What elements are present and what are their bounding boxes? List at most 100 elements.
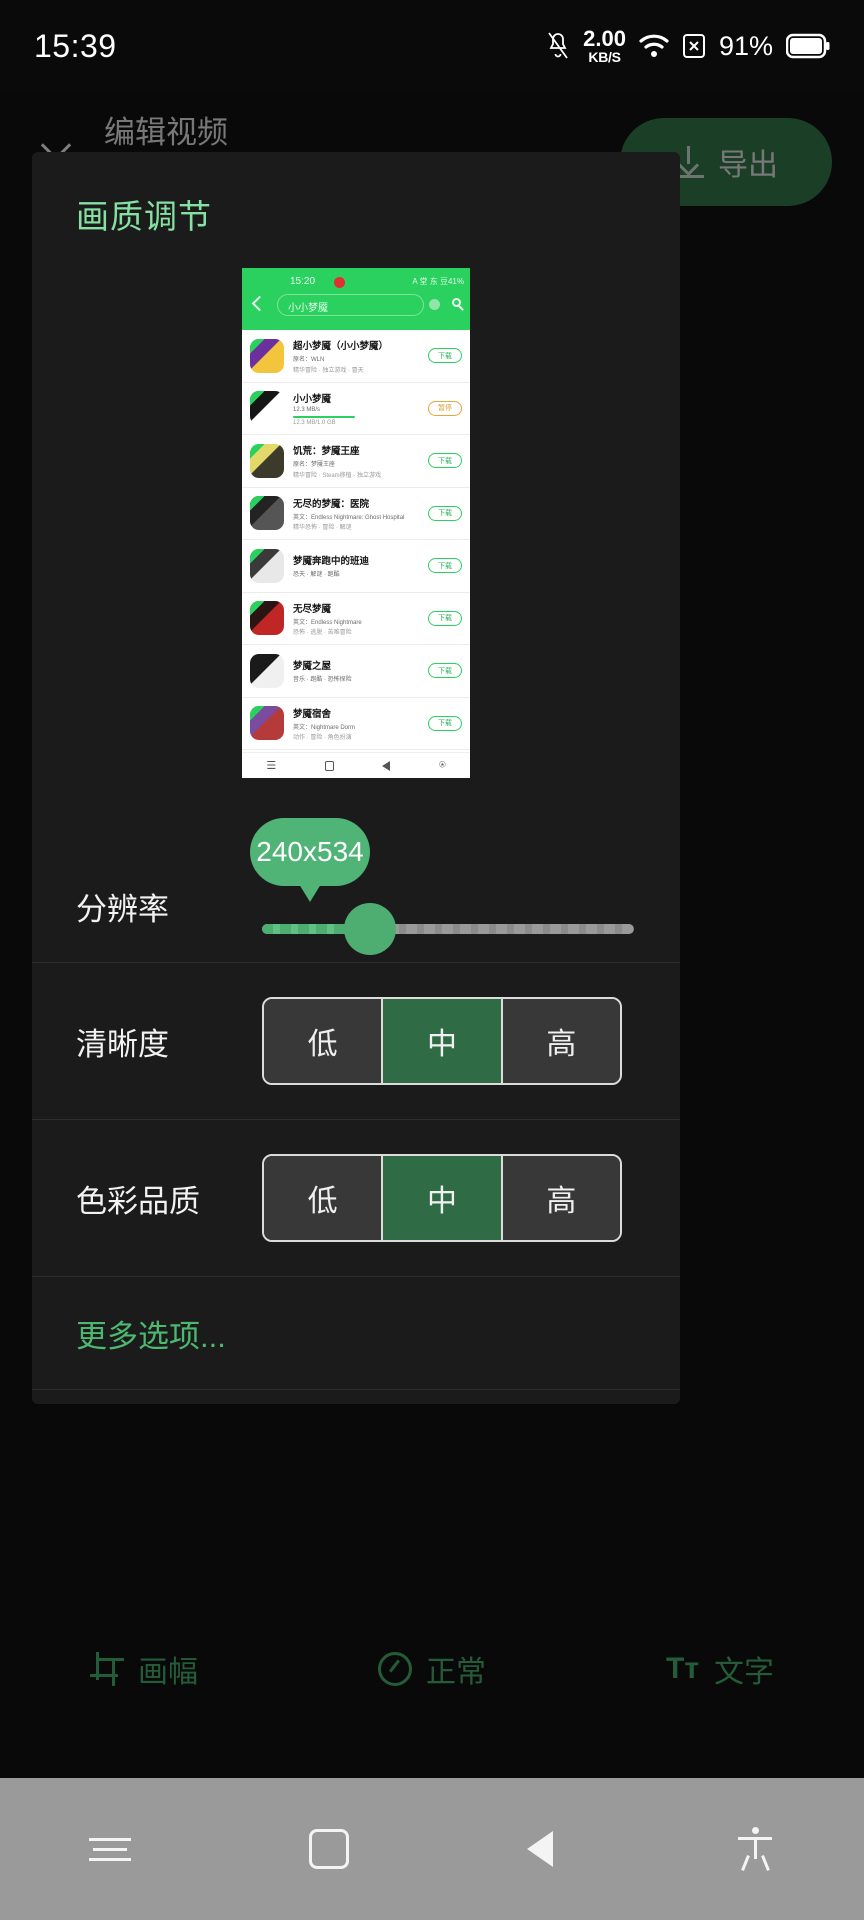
new-badge-icon [250,549,264,566]
app-tags: 恐怖 · 逃脱 · 苦难冒险 [293,627,428,636]
app-name: 超小梦魇（小小梦魇） [293,338,428,352]
preview-status-time: 15:20 [290,276,315,287]
app-name: 小小梦魇 [293,391,428,405]
sharpness-option-high[interactable]: 高 [503,999,620,1083]
list-item[interactable]: 无尽梦魇英文：Endless Nightmare恐怖 · 逃脱 · 苦难冒险下载 [242,593,470,646]
app-name: 梦魇之屋 [293,658,428,672]
app-icon [250,654,284,688]
list-item[interactable]: 小小梦魇12.3 MB/s12.3 MB/1.0 GB暂停 [242,383,470,436]
sim-card-disabled-icon [682,32,706,60]
back-icon [382,761,390,771]
download-button[interactable]: 下载 [428,663,462,678]
status-icons: 2.00 KB/S 91% [546,28,830,64]
more-options-link[interactable]: 更多选项... [76,1311,226,1356]
download-button[interactable]: 下载 [428,611,462,626]
list-item[interactable]: 超小梦魇（小小梦魇） 原名：WLN 精华冒险 · 独立游戏 · 冒天下载 [242,330,470,383]
app-name: 无尽梦魇 [293,601,428,615]
app-subtitle: 原名：梦魇王座 [293,459,428,468]
accessibility-icon: ⍟ [439,759,446,772]
download-button[interactable]: 下载 [428,348,462,363]
resolution-label: 分辨率 [76,884,169,929]
app-meta: 梦魇之屋音乐 · 跑酷 · 恐怖探险 [284,658,428,683]
app-tags: 精华冒险 · Steam移植 · 独立游戏 [293,470,428,479]
app-subtitle: 英文：Nightmare Dorm [293,722,428,731]
status-bar: 15:39 2.00 KB/S 91% [0,0,864,92]
new-badge-icon [250,391,264,408]
battery-percent: 91% [719,31,773,62]
app-subtitle: 英文：Endless Nightmare [293,617,428,626]
search-icon[interactable] [452,298,461,307]
download-progress-bar [293,416,355,418]
home-icon [325,761,334,771]
network-speed-value: 2.00 [583,28,626,50]
download-button[interactable]: 下载 [428,716,462,731]
app-meta: 饥荒：梦魇王座原名：梦魇王座精华冒险 · Steam移植 · 独立游戏 [284,443,428,479]
download-button[interactable]: 下载 [428,506,462,521]
resolution-value-tooltip: 240x534 [250,818,370,886]
download-button[interactable]: 下载 [428,558,462,573]
app-tags: 精华冒险 · 独立游戏 · 冒天 [293,365,428,374]
list-item[interactable]: 饥荒：梦魇王座原名：梦魇王座精华冒险 · Steam移植 · 独立游戏下载 [242,435,470,488]
app-name: 饥荒：梦魇王座 [293,443,428,457]
sharpness-option-medium[interactable]: 中 [383,999,502,1083]
list-item[interactable]: 梦魇宿舍英文：Nightmare Dorm动作 · 冒险 · 角色扮演下载 [242,698,470,751]
app-icon [250,549,284,583]
app-meta: 小小梦魇12.3 MB/s12.3 MB/1.0 GB [284,391,428,426]
more-options-row: 更多选项... [32,1277,680,1389]
color-quality-option-high[interactable]: 高 [503,1156,620,1240]
color-quality-segmented-control[interactable]: 低 中 高 [262,1154,622,1242]
download-button[interactable]: 下载 [428,453,462,468]
quality-settings-dialog: 画质调节 15:20 A 堂 东 豆41% 小小梦魇 超小梦魇（小小梦魇） 原名：… [32,152,680,1404]
accessibility-icon[interactable] [735,1827,775,1871]
sharpness-option-low[interactable]: 低 [264,999,383,1083]
preview-record-dot [334,277,345,288]
app-meta: 超小梦魇（小小梦魇） 原名：WLN 精华冒险 · 独立游戏 · 冒天 [284,338,428,374]
new-badge-icon [250,496,264,513]
list-item[interactable]: 无尽的梦魇：医院英文：Endless Nightmare: Ghost Hosp… [242,488,470,541]
clear-icon[interactable] [429,299,440,310]
back-arrow-icon[interactable] [252,296,268,312]
menu-icon: ☰ [266,759,276,772]
app-name: 无尽的梦魇：医院 [293,496,428,510]
color-quality-row: 色彩品质 低 中 高 [32,1120,680,1276]
preview-appbar: 15:20 A 堂 东 豆41% 小小梦魇 [242,268,470,330]
sharpness-segmented-control[interactable]: 低 中 高 [262,997,622,1085]
app-icon [250,496,284,530]
color-quality-option-medium[interactable]: 中 [383,1156,502,1240]
list-item[interactable]: 梦魇之屋音乐 · 跑酷 · 恐怖探险下载 [242,645,470,698]
back-icon[interactable] [527,1827,557,1871]
new-badge-icon [250,706,264,723]
dialog-actions: 关闭 导出 [32,1390,680,1404]
preview-container: 15:20 A 堂 东 豆41% 小小梦魇 超小梦魇（小小梦魇） 原名：WLN 精华… [32,268,680,778]
recent-apps-icon[interactable] [89,1831,131,1868]
app-name: 梦魇宿舍 [293,706,428,720]
color-quality-label: 色彩品质 [32,1176,262,1221]
slider-thumb[interactable] [344,903,396,955]
network-speed-unit: KB/S [588,50,620,64]
preview-app-list[interactable]: 超小梦魇（小小梦魇）原名：WLN精华冒险 · 独立游戏 · 冒天下载小小梦魇12… [242,330,470,752]
list-item[interactable]: 梦魇奔跑中的班迪恐天 · 解谜 · 跑酷下载 [242,540,470,593]
preview-status-right: A 堂 东 豆41% [412,276,464,287]
new-badge-icon [250,444,264,461]
resolution-slider[interactable] [262,924,634,934]
app-subtitle: 英文：Endless Nightmare: Ghost Hospital [293,512,428,521]
search-input[interactable]: 小小梦魇 [277,294,424,316]
gif-preview[interactable]: 15:20 A 堂 东 豆41% 小小梦魇 超小梦魇（小小梦魇） 原名：WLN 精华… [242,268,470,778]
phone-screen: 编辑视频 GIF时长 - 18.1秒 导出 画幅 正常 Tт 文字 15 [0,0,864,1920]
app-subtitle: 音乐 · 跑酷 · 恐怖探险 [293,674,428,683]
app-icon [250,601,284,635]
app-tags: 12.3 MB/1.0 GB [293,420,428,426]
system-nav-bar [0,1778,864,1920]
status-clock: 15:39 [34,28,117,65]
app-subtitle: 原名：WLN [293,354,428,363]
bell-muted-icon [546,32,570,60]
sharpness-row: 清晰度 低 中 高 [32,963,680,1119]
app-tags: 动作 · 冒险 · 角色扮演 [293,732,428,741]
color-quality-option-low[interactable]: 低 [264,1156,383,1240]
wifi-icon [639,33,669,59]
network-speed: 2.00 KB/S [583,28,626,64]
dialog-title: 画质调节 [32,152,680,238]
download-button[interactable]: 暂停 [428,401,462,416]
home-icon[interactable] [309,1829,349,1869]
app-icon [250,339,284,373]
